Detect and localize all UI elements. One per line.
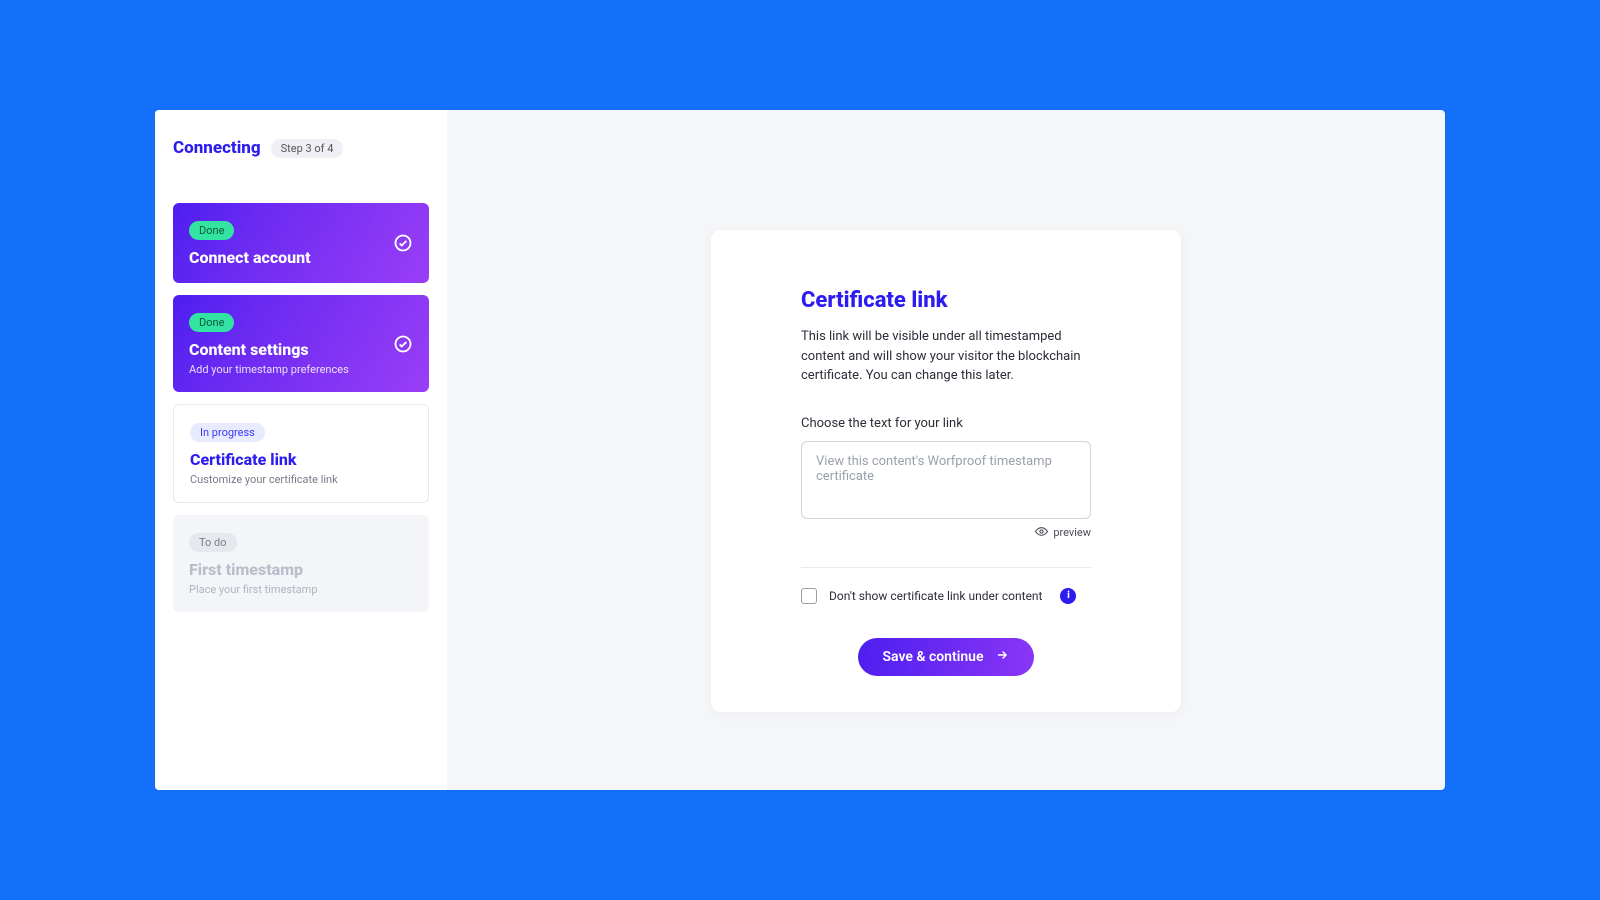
steps-list: Done Connect account Done Content settin… [173,203,429,612]
hide-link-checkbox[interactable] [801,588,817,604]
preview-label: preview [1053,526,1091,539]
form-card: Certificate link This link will be visib… [711,230,1181,712]
step-connect-account[interactable]: Done Connect account [173,203,429,283]
sidebar-title: Connecting [173,138,261,158]
step-certificate-link[interactable]: In progress Certificate link Customize y… [173,404,429,503]
eye-icon [1035,525,1048,541]
sidebar-header: Connecting Step 3 of 4 [173,138,429,158]
step-title: Connect account [189,248,413,267]
step-indicator: Step 3 of 4 [271,139,344,158]
sidebar: Connecting Step 3 of 4 Done Connect acco… [155,110,447,790]
step-subtitle: Place your first timestamp [189,583,413,596]
description: This link will be visible under all time… [801,327,1091,386]
link-text-input[interactable] [801,441,1091,519]
step-subtitle: Add your timestamp preferences [189,363,413,376]
step-subtitle: Customize your certificate link [190,473,412,486]
preview-link[interactable]: preview [801,525,1091,541]
cta-label: Save & continue [882,649,983,665]
step-content-settings[interactable]: Done Content settings Add your timestamp… [173,295,429,392]
save-continue-button[interactable]: Save & continue [858,638,1033,676]
check-icon [393,334,413,354]
arrow-right-icon [994,648,1010,666]
status-badge: To do [189,533,237,552]
page-title: Certificate link [801,288,1091,313]
status-badge: Done [189,221,234,240]
step-first-timestamp[interactable]: To do First timestamp Place your first t… [173,515,429,612]
hide-link-option: Don't show certificate link under conten… [801,567,1091,604]
check-icon [393,233,413,253]
step-title: Certificate link [190,450,412,469]
step-title: Content settings [189,340,413,359]
status-badge: In progress [190,423,265,442]
hide-link-label: Don't show certificate link under conten… [829,589,1042,603]
link-text-label: Choose the text for your link [801,416,1091,431]
main: Certificate link This link will be visib… [447,110,1445,790]
app-window: Connecting Step 3 of 4 Done Connect acco… [155,110,1445,790]
status-badge: Done [189,313,234,332]
step-title: First timestamp [189,560,413,579]
info-icon[interactable]: i [1060,588,1076,604]
